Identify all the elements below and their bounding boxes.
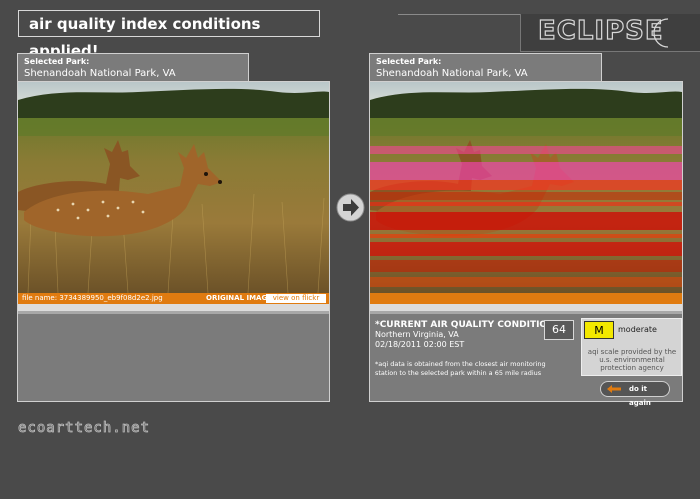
left-divider bbox=[18, 304, 329, 311]
right-park-tab: Selected Park: Shenandoah National Park,… bbox=[369, 53, 602, 82]
original-image-label: ORIGINAL IMAGE bbox=[206, 294, 272, 302]
legend-label: moderate bbox=[618, 325, 657, 334]
aqi-note-line-1: *aqi data is obtained from the closest a… bbox=[375, 360, 546, 368]
arrow-left-icon bbox=[607, 385, 621, 393]
crescent-moon-icon bbox=[653, 18, 669, 48]
eclipse-logo: ECLIPSE bbox=[537, 15, 664, 46]
aqi-filtered-photo bbox=[370, 82, 682, 293]
file-name: file name: 3734389950_eb9f08d2e2.jpg bbox=[22, 294, 163, 302]
left-divider-shadow bbox=[18, 311, 329, 314]
right-orange-bar bbox=[370, 293, 682, 304]
aqi-value: 64 bbox=[544, 320, 574, 340]
aqi-note: *aqi data is obtained from the closest a… bbox=[375, 360, 546, 378]
site-footer: ecoarttech.net bbox=[18, 420, 151, 437]
left-park-label: Selected Park: bbox=[24, 57, 90, 66]
deer-photo-filtered bbox=[370, 82, 682, 293]
right-park-name: Shenandoah National Park, VA bbox=[376, 68, 528, 79]
original-photo bbox=[18, 82, 329, 293]
header-banner: air quality index conditions applied! bbox=[18, 10, 320, 60]
aqi-datetime: 02/18/2011 02:00 EST bbox=[375, 340, 465, 349]
do-it-again-button[interactable]: do it again bbox=[600, 381, 670, 407]
do-it-again-label: do it again bbox=[629, 385, 651, 407]
right-divider-shadow bbox=[370, 311, 682, 314]
view-on-flickr-button[interactable]: view on flickr bbox=[266, 294, 326, 303]
deer-photo-original bbox=[18, 82, 329, 293]
aqi-title: *CURRENT AIR QUALITY CONDITIONS bbox=[375, 320, 562, 330]
aqi-location: Northern Virginia, VA bbox=[375, 330, 459, 339]
arrow-right-icon bbox=[336, 193, 365, 222]
legend-note: aqi scale provided by the u.s. environme… bbox=[587, 348, 677, 372]
left-park-name: Shenandoah National Park, VA bbox=[24, 68, 176, 79]
right-park-label: Selected Park: bbox=[376, 57, 442, 66]
moderate-swatch: M bbox=[584, 321, 614, 339]
left-park-tab: Selected Park: Shenandoah National Park,… bbox=[17, 53, 249, 82]
aqi-note-line-2: station to the selected park within a 65… bbox=[375, 369, 542, 377]
right-divider bbox=[370, 304, 682, 311]
